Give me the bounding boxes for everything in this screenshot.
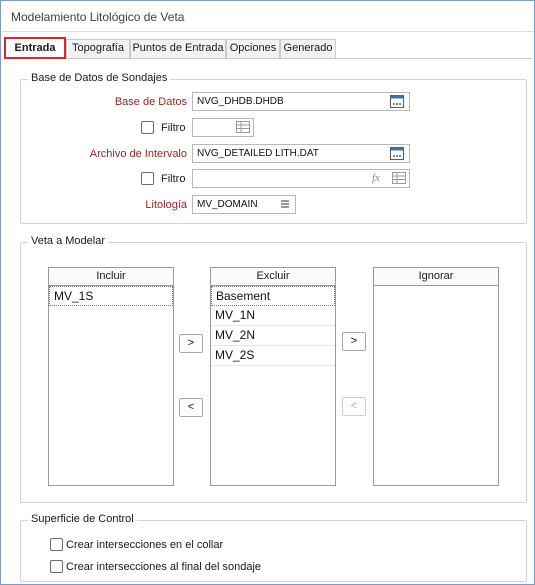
move-to-ignore-button[interactable]: > [342,332,366,351]
interval-file-label: Archivo de Intervalo [89,148,187,160]
filter-table-icon[interactable] [236,121,250,133]
interval-file-input[interactable]: NVG_DETAILED LITH.DAT [192,144,410,163]
vein-legend: Veta a Modelar [28,235,108,247]
list-item[interactable]: Basement [211,286,335,306]
move-to-exclude-button[interactable]: > [179,334,203,353]
tab-underline [4,58,532,59]
include-list[interactable]: Incluir MV_1S [48,267,174,486]
browse-file-icon[interactable] [390,95,404,108]
filter1-label: Filtro [161,122,186,134]
control-surface-legend: Superficie de Control [28,513,137,525]
end-intersections-label: Crear intersecciones al final del sondaj… [66,561,262,573]
filter-table-icon[interactable] [392,172,406,184]
drillhole-db-legend: Base de Datos de Sondajes [28,72,171,84]
tab-puntos-de-entrada[interactable]: Puntos de Entrada [130,39,226,58]
list-item[interactable]: MV_1S [49,286,173,306]
tab-bar: Entrada Topografía Puntos de Entrada Opc… [4,37,532,59]
ignore-list[interactable]: Ignorar [373,267,499,486]
tab-topografia[interactable]: Topografía [66,39,130,58]
move-from-ignore-button[interactable]: < [342,397,366,416]
lithology-label: Litología [145,199,187,211]
exclude-header[interactable]: Excluir [211,268,335,286]
dialog-window: Modelamiento Litológico de Veta Entrada … [0,0,535,585]
tab-opciones[interactable]: Opciones [226,39,280,58]
browse-file-icon[interactable] [390,147,404,160]
list-item[interactable]: MV_1N [211,306,335,326]
exclude-list[interactable]: Excluir Basement MV_1N MV_2N MV_2S [210,267,336,486]
list-icon[interactable] [280,199,290,209]
collar-intersections-label: Crear intersecciones en el collar [66,539,224,551]
filter1-checkbox[interactable] [141,121,154,134]
include-header[interactable]: Incluir [49,268,173,286]
filter2-label: Filtro [161,173,186,185]
list-item[interactable]: MV_2N [211,326,335,346]
tab-entrada[interactable]: Entrada [4,37,66,59]
ignore-header[interactable]: Ignorar [374,268,498,286]
window-title: Modelamiento Litológico de Veta [2,2,533,32]
tab-generado[interactable]: Generado [280,39,336,58]
end-intersections-checkbox[interactable] [50,560,63,573]
formula-icon[interactable]: fx [372,172,380,184]
list-item[interactable]: MV_2S [211,346,335,366]
database-label: Base de Datos [114,96,187,108]
filter2-checkbox[interactable] [141,172,154,185]
collar-intersections-checkbox[interactable] [50,538,63,551]
move-to-include-button[interactable]: < [179,398,203,417]
database-input[interactable]: NVG_DHDB.DHDB [192,92,410,111]
